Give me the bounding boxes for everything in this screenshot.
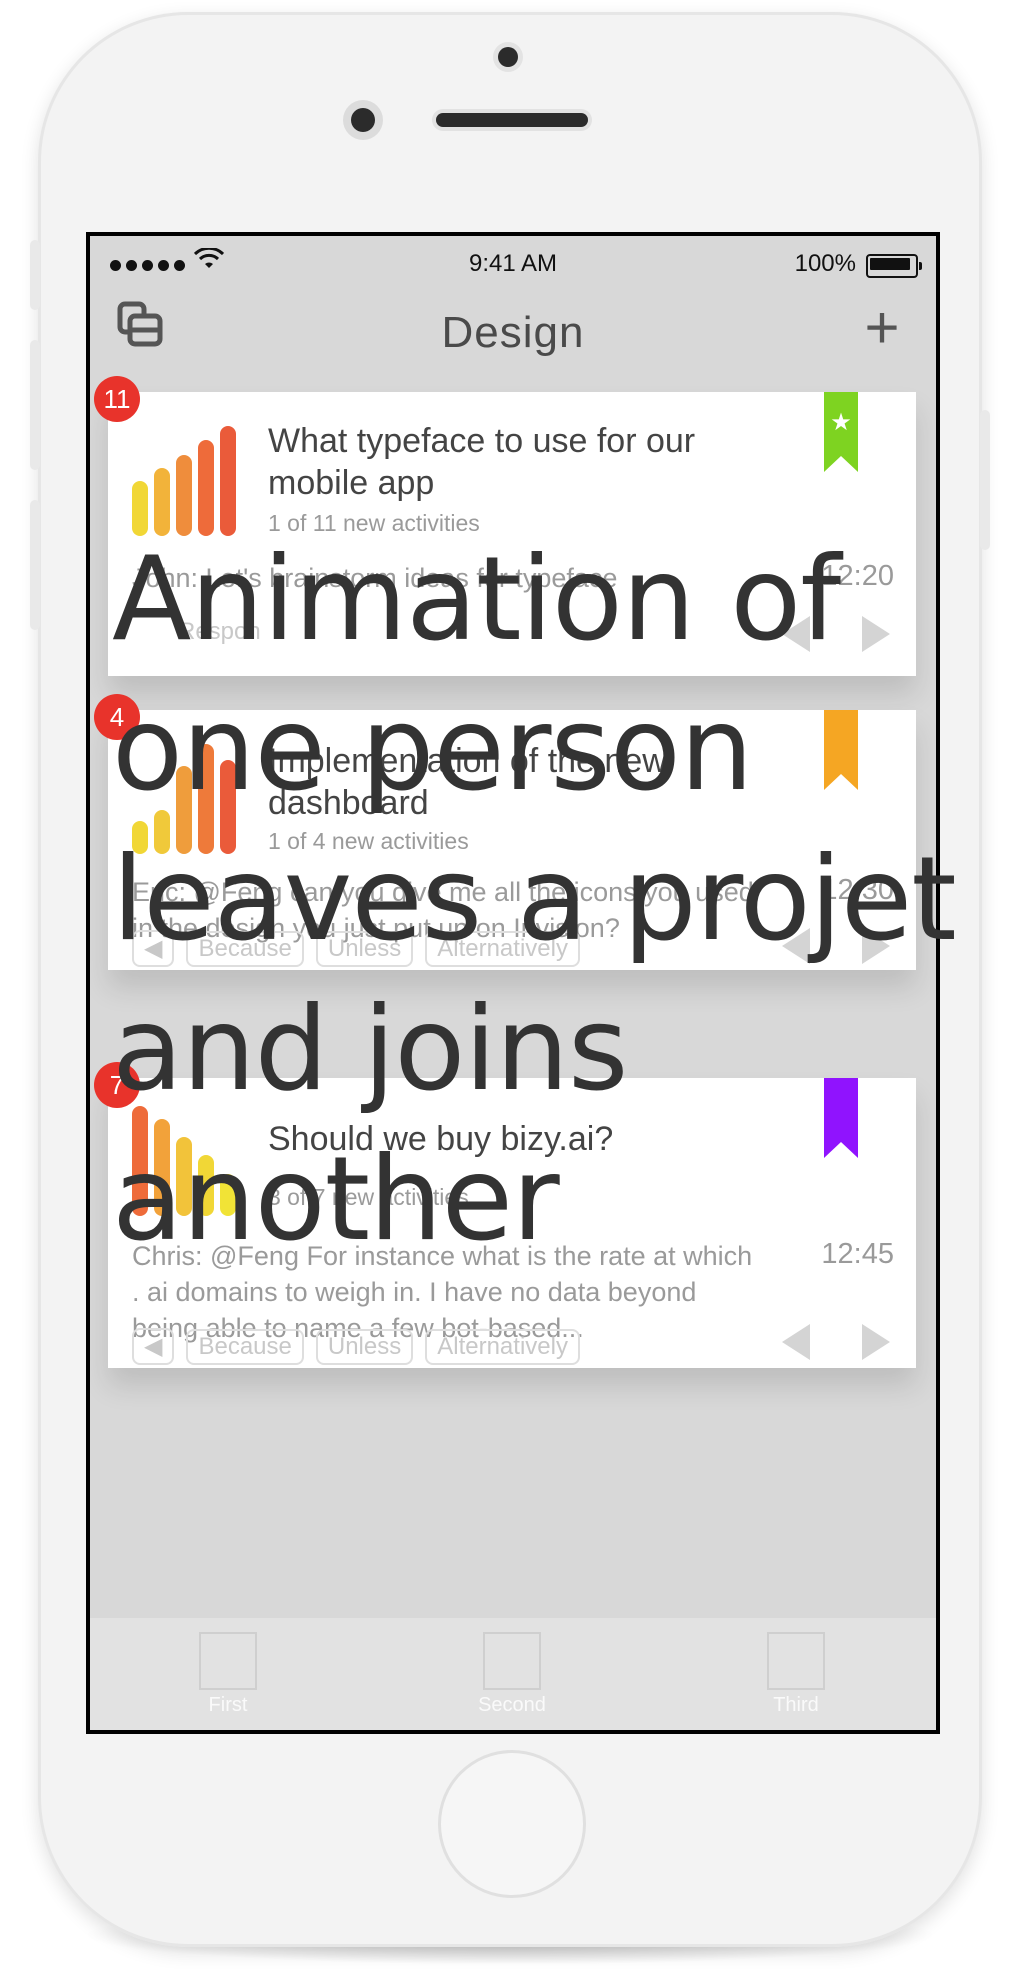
tab-icon bbox=[199, 1632, 257, 1690]
volume-up-button[interactable] bbox=[30, 340, 40, 470]
home-button[interactable] bbox=[438, 1750, 586, 1898]
tab-label: First bbox=[208, 1694, 248, 1716]
activity-bar bbox=[176, 455, 192, 536]
nav-bar: Design + bbox=[90, 286, 936, 386]
tab-first[interactable]: First bbox=[168, 1632, 288, 1717]
add-icon[interactable]: + bbox=[854, 298, 910, 358]
bookmark-icon[interactable]: ★ bbox=[824, 392, 858, 472]
mute-switch[interactable] bbox=[30, 240, 40, 310]
tab-icon bbox=[767, 1632, 825, 1690]
page-title: Design bbox=[441, 308, 585, 357]
tab-bar: First Second Third bbox=[90, 1618, 936, 1730]
tab-icon bbox=[483, 1632, 541, 1690]
suggestion-chip[interactable]: Alternatively bbox=[425, 1328, 580, 1365]
suggestion-chip[interactable]: Unless bbox=[315, 1328, 414, 1365]
reply-suggestions: ◀ Because Unless Alternatively bbox=[132, 1328, 580, 1365]
tab-label: Third bbox=[773, 1694, 819, 1716]
activity-bar bbox=[220, 426, 236, 536]
unread-count-badge: 11 bbox=[94, 376, 140, 422]
earpiece-speaker bbox=[436, 113, 588, 127]
svg-text:★: ★ bbox=[830, 408, 852, 436]
battery-percent: 100% bbox=[794, 250, 856, 277]
front-camera bbox=[351, 108, 375, 132]
status-bar: 9:41 AM 100% bbox=[90, 236, 936, 286]
proximity-sensor bbox=[498, 47, 518, 67]
tab-second[interactable]: Second bbox=[452, 1632, 572, 1717]
activity-bars-icon bbox=[132, 426, 236, 536]
suggestion-back-chip[interactable]: ◀ bbox=[132, 1328, 175, 1365]
volume-down-button[interactable] bbox=[30, 500, 40, 630]
previous-arrow-icon[interactable] bbox=[782, 1324, 810, 1360]
battery-icon bbox=[866, 254, 922, 278]
activity-bar bbox=[198, 440, 214, 536]
tab-third[interactable]: Third bbox=[736, 1632, 856, 1717]
overlay-caption: Animation of one person leaves a projet … bbox=[112, 532, 957, 1267]
next-arrow-icon[interactable] bbox=[862, 1324, 890, 1360]
suggestion-chip[interactable]: Because bbox=[186, 1328, 304, 1365]
card-navigation bbox=[782, 1324, 890, 1360]
card-title: What typeface to use for our mobile app bbox=[268, 422, 696, 502]
tab-label: Second bbox=[478, 1694, 546, 1716]
